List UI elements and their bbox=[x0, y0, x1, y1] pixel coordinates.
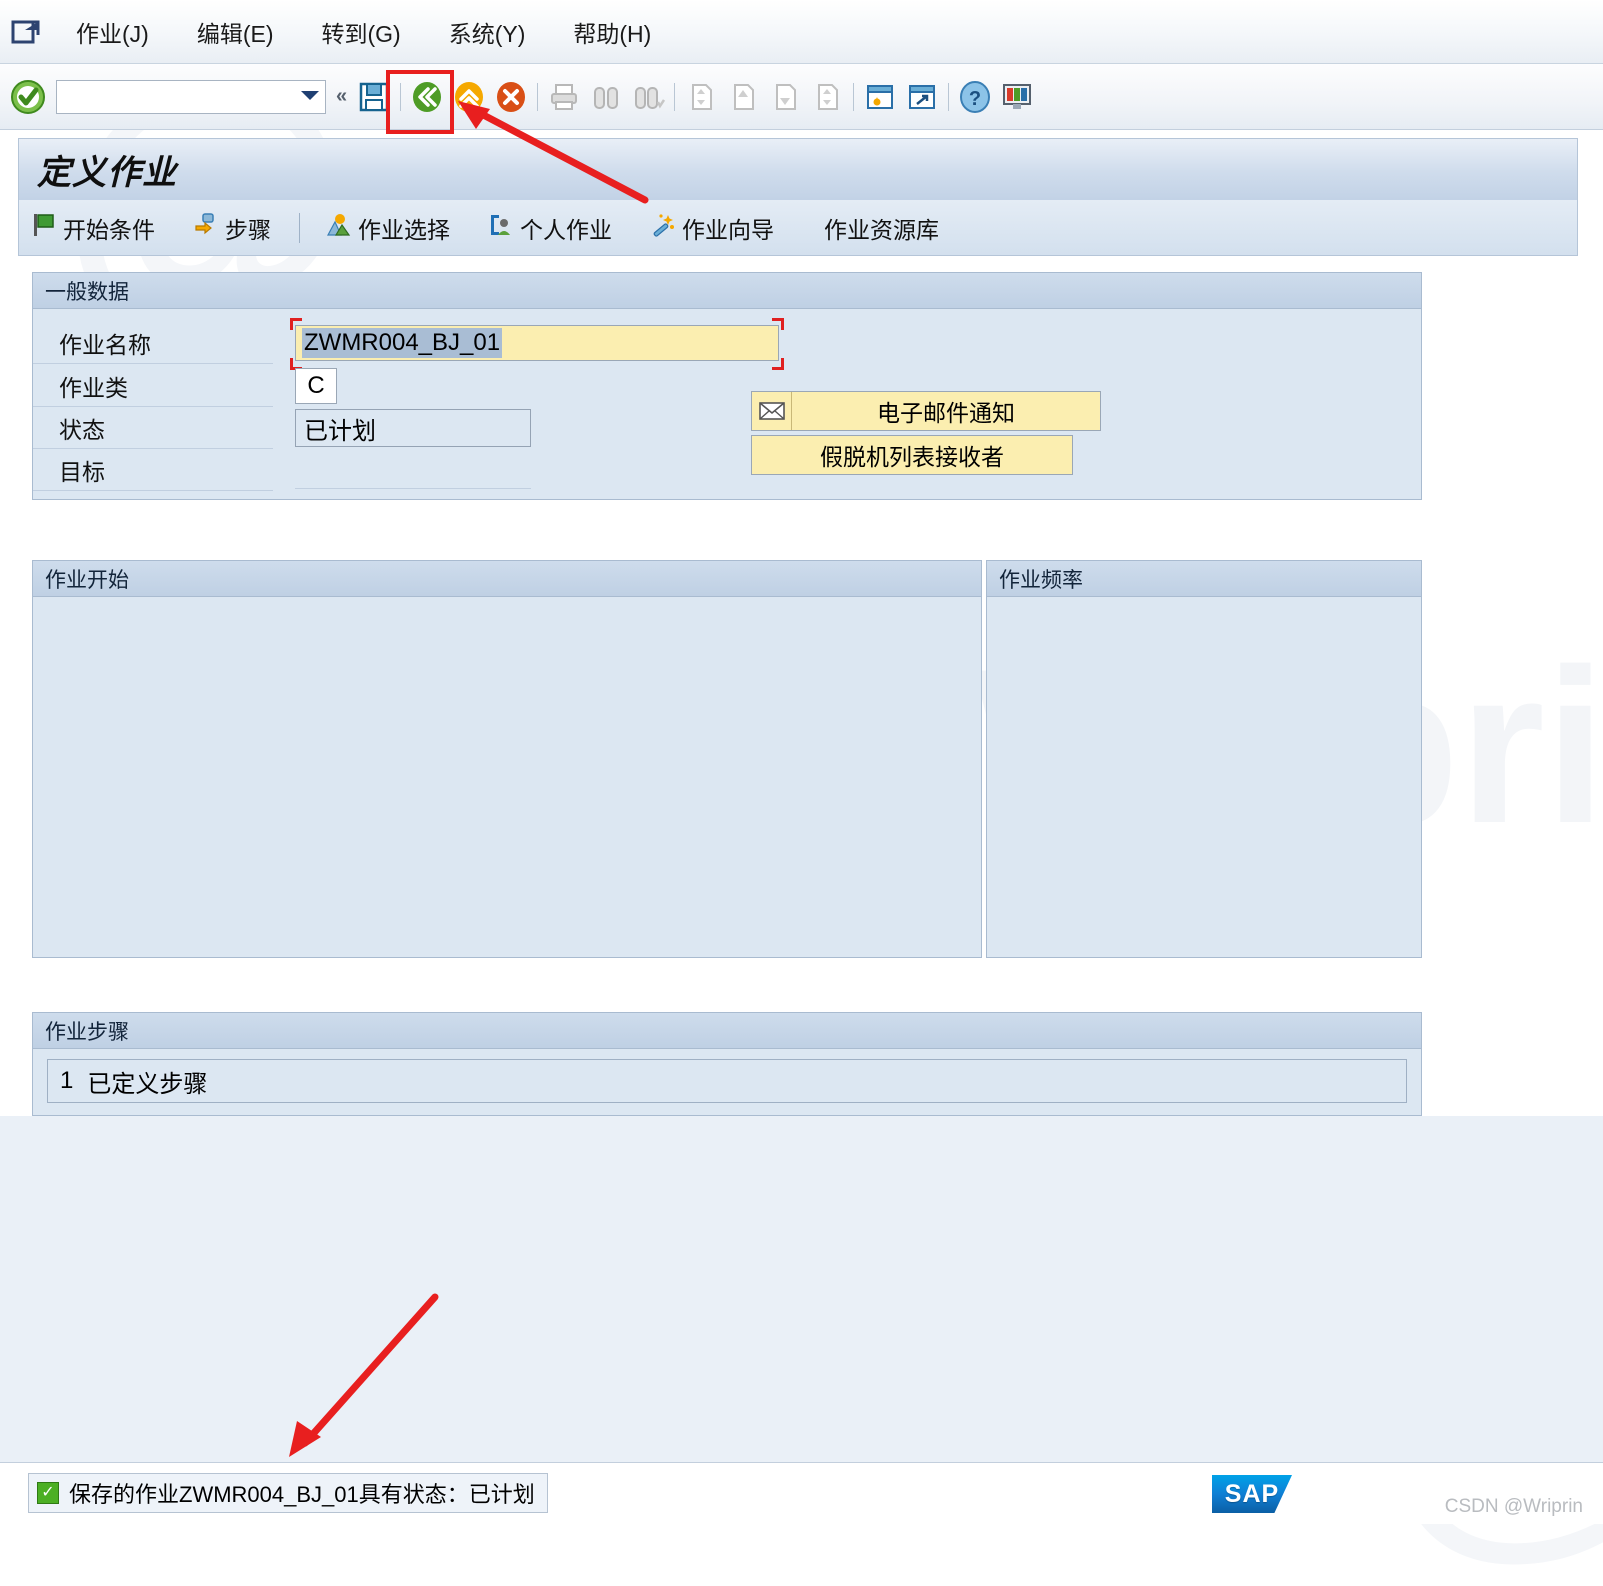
screen-title-bar: 定义作业 bbox=[18, 138, 1578, 200]
find-button bbox=[585, 76, 627, 118]
window-exit-icon[interactable] bbox=[0, 18, 52, 46]
action-label: 个人作业 bbox=[520, 216, 612, 243]
command-input[interactable] bbox=[65, 85, 299, 108]
general-data-panel: 一般数据 作业名称 ZWMR004_BJ_01 作业类 C 状态 已计划 目标 … bbox=[32, 272, 1422, 500]
job-class-label: 作业类 bbox=[33, 365, 273, 407]
job-start-body bbox=[33, 597, 981, 957]
action-divider bbox=[299, 212, 300, 243]
toolbar-divider bbox=[674, 82, 676, 111]
action-button-row: 开始条件 步骤 作业选择 个人作业 作业向导 作业资源库 bbox=[18, 200, 1578, 256]
job-status-label: 状态 bbox=[33, 407, 273, 449]
job-start-panel: 作业开始 bbox=[32, 560, 982, 958]
action-steps[interactable]: 步骤 bbox=[181, 207, 283, 249]
email-notification-label: 电子邮件通知 bbox=[877, 400, 1015, 426]
action-label: 作业向导 bbox=[682, 216, 774, 243]
help-button[interactable]: ? bbox=[954, 76, 996, 118]
menu-goto[interactable]: 转到(G) bbox=[300, 11, 423, 53]
action-start-condition[interactable]: 开始条件 bbox=[19, 207, 167, 249]
next-page-button bbox=[764, 76, 806, 118]
steps-arrow-icon bbox=[193, 212, 219, 244]
job-selection-icon bbox=[326, 212, 352, 244]
create-shortcut-button[interactable] bbox=[901, 76, 943, 118]
job-name-value: ZWMR004_BJ_01 bbox=[302, 328, 503, 358]
spool-recipient-label: 假脱机列表接收者 bbox=[820, 444, 1004, 470]
page-title: 定义作业 bbox=[37, 154, 177, 192]
save-button[interactable] bbox=[353, 76, 395, 118]
toolbar-divider bbox=[948, 82, 950, 111]
field-row-job-name: 作业名称 ZWMR004_BJ_01 bbox=[33, 318, 1421, 370]
toolbar-divider bbox=[853, 82, 855, 111]
job-start-header: 作业开始 bbox=[33, 561, 981, 597]
job-steps-panel: 作业步骤 1 已定义步骤 bbox=[32, 1012, 1422, 1116]
toolbar-divider bbox=[400, 82, 402, 111]
menu-job[interactable]: 作业(J) bbox=[54, 11, 171, 53]
last-page-button bbox=[806, 76, 848, 118]
cancel-button[interactable] bbox=[490, 76, 532, 118]
create-session-button[interactable] bbox=[859, 76, 901, 118]
envelope-icon bbox=[752, 392, 792, 430]
green-flag-icon bbox=[31, 212, 57, 244]
general-data-header: 一般数据 bbox=[33, 273, 1421, 309]
job-frequency-body bbox=[987, 597, 1421, 957]
step-text: 已定义步骤 bbox=[87, 1070, 208, 1098]
step-number: 1 bbox=[60, 1067, 74, 1094]
job-name-label: 作业名称 bbox=[33, 322, 273, 364]
action-label: 开始条件 bbox=[63, 216, 155, 243]
job-name-input[interactable]: ZWMR004_BJ_01 bbox=[295, 325, 779, 361]
email-notification-button[interactable]: 电子邮件通知 bbox=[751, 391, 1101, 431]
status-bar: ✓ 保存的作业ZWMR004_BJ_01具有状态：已计划 SAP CSDN @W… bbox=[0, 1462, 1603, 1524]
csdn-watermark: CSDN @Wriprin bbox=[1444, 1496, 1583, 1517]
work-area-background bbox=[0, 1116, 1603, 1462]
find-next-button bbox=[627, 76, 669, 118]
action-label: 作业选择 bbox=[358, 216, 450, 243]
exit-button[interactable] bbox=[448, 76, 490, 118]
action-job-wizard[interactable]: 作业向导 bbox=[638, 207, 786, 249]
command-field[interactable] bbox=[56, 79, 326, 114]
magic-wand-icon bbox=[650, 212, 676, 244]
status-message: ✓ 保存的作业ZWMR004_BJ_01具有状态：已计划 bbox=[28, 1473, 548, 1513]
back-button[interactable] bbox=[406, 76, 448, 118]
menu-edit[interactable]: 编辑(E) bbox=[175, 11, 296, 53]
job-target-label: 目标 bbox=[33, 449, 273, 491]
collapse-toolbar-icon[interactable]: « bbox=[336, 85, 347, 108]
job-frequency-panel: 作业频率 bbox=[986, 560, 1422, 958]
table-row[interactable]: 1 已定义步骤 bbox=[47, 1059, 1407, 1103]
spool-recipient-button[interactable]: 假脱机列表接收者 bbox=[751, 435, 1073, 475]
job-target-input[interactable] bbox=[295, 451, 531, 489]
svg-text:?: ? bbox=[969, 88, 981, 110]
status-message-text: 保存的作业ZWMR004_BJ_01具有状态：已计划 bbox=[69, 1482, 535, 1507]
menu-bar: 作业(J) 编辑(E) 转到(G) 系统(Y) 帮助(H) bbox=[0, 0, 1603, 64]
chevron-down-icon[interactable] bbox=[299, 86, 321, 107]
customize-button[interactable] bbox=[996, 76, 1038, 118]
sap-logo: SAP bbox=[1212, 1475, 1292, 1513]
job-steps-header: 作业步骤 bbox=[33, 1013, 1421, 1049]
first-page-button bbox=[680, 76, 722, 118]
action-job-repository[interactable]: 作业资源库 bbox=[812, 207, 951, 249]
own-jobs-icon bbox=[488, 212, 514, 244]
toolbar-divider bbox=[537, 82, 539, 111]
field-row-job-class: 作业类 C bbox=[33, 365, 1421, 407]
toolbar: « ? bbox=[0, 64, 1603, 130]
print-button bbox=[543, 76, 585, 118]
field-row-job-status: 状态 已计划 bbox=[33, 407, 1421, 449]
action-label: 步骤 bbox=[225, 216, 271, 243]
job-status-value: 已计划 bbox=[295, 409, 531, 447]
prev-page-button bbox=[722, 76, 764, 118]
menu-help[interactable]: 帮助(H) bbox=[551, 11, 673, 53]
job-frequency-header: 作业频率 bbox=[987, 561, 1421, 597]
job-class-input[interactable]: C bbox=[295, 368, 337, 404]
action-job-selection[interactable]: 作业选择 bbox=[314, 207, 462, 249]
green-check-icon: ✓ bbox=[37, 1482, 59, 1504]
action-own-jobs[interactable]: 个人作业 bbox=[476, 207, 624, 249]
field-row-job-target: 目标 bbox=[33, 449, 1421, 491]
action-label: 作业资源库 bbox=[824, 216, 939, 243]
menu-system[interactable]: 系统(Y) bbox=[427, 11, 548, 53]
green-check-icon[interactable] bbox=[0, 78, 56, 116]
